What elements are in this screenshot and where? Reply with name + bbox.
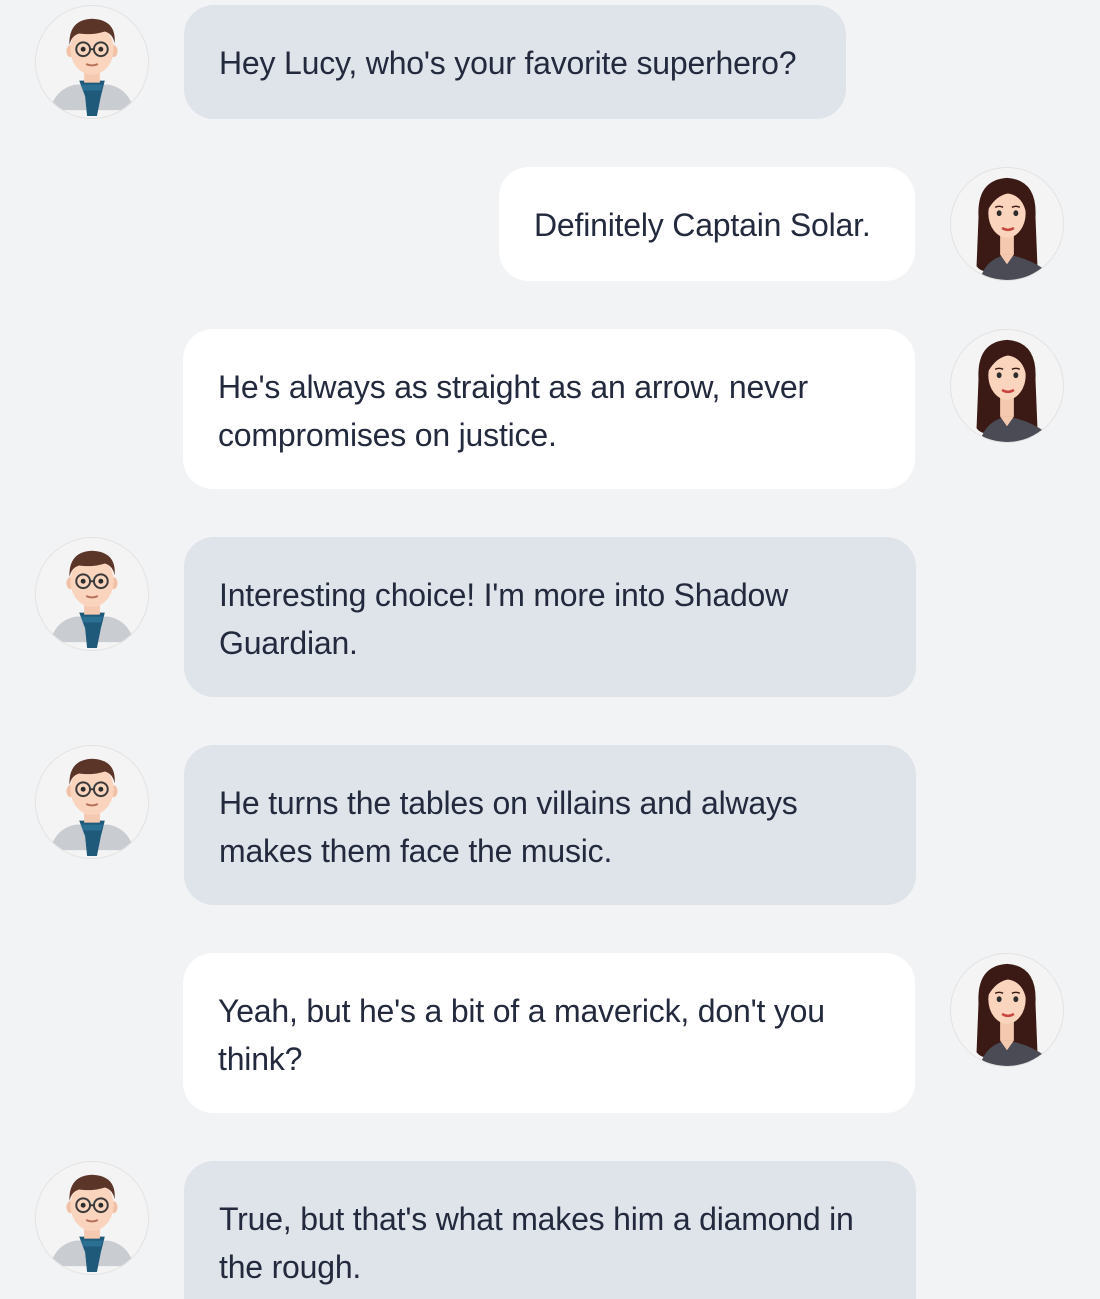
male-avatar xyxy=(35,5,149,119)
female-avatar xyxy=(950,167,1064,281)
chat-conversation: Hey Lucy, who's your favorite superhero?… xyxy=(0,0,1100,1299)
man-with-glasses-and-scarf-icon xyxy=(36,6,148,118)
message-bubble: Interesting choice! I'm more into Shadow… xyxy=(184,537,916,697)
message-bubble: Hey Lucy, who's your favorite superhero? xyxy=(184,5,846,119)
message-bubble: Yeah, but he's a bit of a maverick, don'… xyxy=(183,953,915,1113)
message-bubble: He's always as straight as an arrow, nev… xyxy=(183,329,915,489)
woman-with-long-hair-icon xyxy=(951,168,1063,280)
message-bubble: Definitely Captain Solar. xyxy=(499,167,915,281)
male-avatar xyxy=(35,1161,149,1275)
woman-with-long-hair-icon xyxy=(951,954,1063,1066)
man-with-glasses-and-scarf-icon xyxy=(36,746,148,858)
female-avatar xyxy=(950,953,1064,1067)
female-avatar xyxy=(950,329,1064,443)
woman-with-long-hair-icon xyxy=(951,330,1063,442)
male-avatar xyxy=(35,745,149,859)
man-with-glasses-and-scarf-icon xyxy=(36,538,148,650)
man-with-glasses-and-scarf-icon xyxy=(36,1162,148,1274)
male-avatar xyxy=(35,537,149,651)
message-bubble: He turns the tables on villains and alwa… xyxy=(184,745,916,905)
message-bubble: True, but that's what makes him a diamon… xyxy=(184,1161,916,1299)
